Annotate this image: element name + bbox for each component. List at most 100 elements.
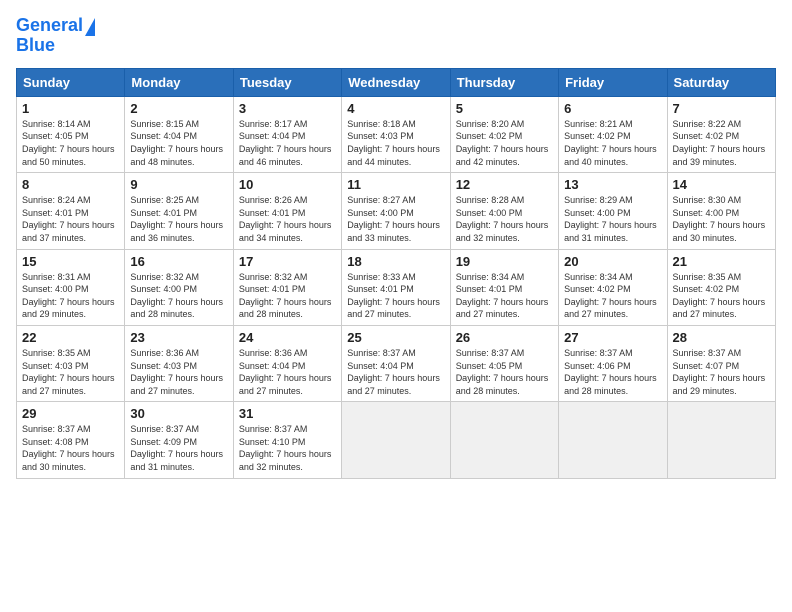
day-info: Sunrise: 8:22 AMSunset: 4:02 PMDaylight:… (673, 118, 770, 168)
day-info: Sunrise: 8:30 AMSunset: 4:00 PMDaylight:… (673, 194, 770, 244)
day-number: 28 (673, 330, 770, 345)
table-row: 31 Sunrise: 8:37 AMSunset: 4:10 PMDaylig… (233, 402, 341, 478)
day-number: 9 (130, 177, 227, 192)
day-info: Sunrise: 8:20 AMSunset: 4:02 PMDaylight:… (456, 118, 553, 168)
logo-text: General (16, 16, 83, 36)
day-number: 15 (22, 254, 119, 269)
day-info: Sunrise: 8:35 AMSunset: 4:02 PMDaylight:… (673, 271, 770, 321)
day-number: 27 (564, 330, 661, 345)
col-header-friday: Friday (559, 68, 667, 96)
day-info: Sunrise: 8:29 AMSunset: 4:00 PMDaylight:… (564, 194, 661, 244)
day-number: 30 (130, 406, 227, 421)
day-number: 21 (673, 254, 770, 269)
table-row: 11 Sunrise: 8:27 AMSunset: 4:00 PMDaylig… (342, 173, 450, 249)
col-header-sunday: Sunday (17, 68, 125, 96)
table-row: 21 Sunrise: 8:35 AMSunset: 4:02 PMDaylig… (667, 249, 775, 325)
table-row (342, 402, 450, 478)
table-row: 6 Sunrise: 8:21 AMSunset: 4:02 PMDayligh… (559, 96, 667, 172)
day-number: 5 (456, 101, 553, 116)
table-row: 7 Sunrise: 8:22 AMSunset: 4:02 PMDayligh… (667, 96, 775, 172)
day-number: 24 (239, 330, 336, 345)
day-number: 11 (347, 177, 444, 192)
table-row: 12 Sunrise: 8:28 AMSunset: 4:00 PMDaylig… (450, 173, 558, 249)
table-row: 23 Sunrise: 8:36 AMSunset: 4:03 PMDaylig… (125, 325, 233, 401)
calendar-table: SundayMondayTuesdayWednesdayThursdayFrid… (16, 68, 776, 479)
table-row: 3 Sunrise: 8:17 AMSunset: 4:04 PMDayligh… (233, 96, 341, 172)
table-row: 24 Sunrise: 8:36 AMSunset: 4:04 PMDaylig… (233, 325, 341, 401)
day-number: 3 (239, 101, 336, 116)
table-row: 13 Sunrise: 8:29 AMSunset: 4:00 PMDaylig… (559, 173, 667, 249)
day-info: Sunrise: 8:37 AMSunset: 4:05 PMDaylight:… (456, 347, 553, 397)
day-info: Sunrise: 8:25 AMSunset: 4:01 PMDaylight:… (130, 194, 227, 244)
table-row: 18 Sunrise: 8:33 AMSunset: 4:01 PMDaylig… (342, 249, 450, 325)
day-number: 20 (564, 254, 661, 269)
day-info: Sunrise: 8:18 AMSunset: 4:03 PMDaylight:… (347, 118, 444, 168)
table-row: 22 Sunrise: 8:35 AMSunset: 4:03 PMDaylig… (17, 325, 125, 401)
table-row: 20 Sunrise: 8:34 AMSunset: 4:02 PMDaylig… (559, 249, 667, 325)
table-row: 10 Sunrise: 8:26 AMSunset: 4:01 PMDaylig… (233, 173, 341, 249)
day-info: Sunrise: 8:37 AMSunset: 4:06 PMDaylight:… (564, 347, 661, 397)
day-number: 7 (673, 101, 770, 116)
day-number: 25 (347, 330, 444, 345)
day-info: Sunrise: 8:33 AMSunset: 4:01 PMDaylight:… (347, 271, 444, 321)
col-header-saturday: Saturday (667, 68, 775, 96)
day-number: 8 (22, 177, 119, 192)
table-row: 16 Sunrise: 8:32 AMSunset: 4:00 PMDaylig… (125, 249, 233, 325)
day-info: Sunrise: 8:32 AMSunset: 4:01 PMDaylight:… (239, 271, 336, 321)
day-info: Sunrise: 8:34 AMSunset: 4:01 PMDaylight:… (456, 271, 553, 321)
day-number: 26 (456, 330, 553, 345)
day-number: 19 (456, 254, 553, 269)
table-row (667, 402, 775, 478)
table-row: 2 Sunrise: 8:15 AMSunset: 4:04 PMDayligh… (125, 96, 233, 172)
col-header-tuesday: Tuesday (233, 68, 341, 96)
day-number: 1 (22, 101, 119, 116)
table-row: 9 Sunrise: 8:25 AMSunset: 4:01 PMDayligh… (125, 173, 233, 249)
day-number: 6 (564, 101, 661, 116)
day-number: 18 (347, 254, 444, 269)
table-row (559, 402, 667, 478)
day-info: Sunrise: 8:35 AMSunset: 4:03 PMDaylight:… (22, 347, 119, 397)
table-row: 17 Sunrise: 8:32 AMSunset: 4:01 PMDaylig… (233, 249, 341, 325)
page-header: General Blue (16, 16, 776, 56)
table-row: 15 Sunrise: 8:31 AMSunset: 4:00 PMDaylig… (17, 249, 125, 325)
day-info: Sunrise: 8:37 AMSunset: 4:08 PMDaylight:… (22, 423, 119, 473)
table-row: 28 Sunrise: 8:37 AMSunset: 4:07 PMDaylig… (667, 325, 775, 401)
day-info: Sunrise: 8:28 AMSunset: 4:00 PMDaylight:… (456, 194, 553, 244)
day-info: Sunrise: 8:17 AMSunset: 4:04 PMDaylight:… (239, 118, 336, 168)
logo-triangle-icon (85, 18, 95, 36)
day-number: 13 (564, 177, 661, 192)
day-info: Sunrise: 8:26 AMSunset: 4:01 PMDaylight:… (239, 194, 336, 244)
day-info: Sunrise: 8:32 AMSunset: 4:00 PMDaylight:… (130, 271, 227, 321)
day-info: Sunrise: 8:21 AMSunset: 4:02 PMDaylight:… (564, 118, 661, 168)
day-number: 12 (456, 177, 553, 192)
day-number: 14 (673, 177, 770, 192)
table-row: 25 Sunrise: 8:37 AMSunset: 4:04 PMDaylig… (342, 325, 450, 401)
table-row: 5 Sunrise: 8:20 AMSunset: 4:02 PMDayligh… (450, 96, 558, 172)
day-info: Sunrise: 8:24 AMSunset: 4:01 PMDaylight:… (22, 194, 119, 244)
table-row: 1 Sunrise: 8:14 AMSunset: 4:05 PMDayligh… (17, 96, 125, 172)
day-number: 31 (239, 406, 336, 421)
day-info: Sunrise: 8:37 AMSunset: 4:04 PMDaylight:… (347, 347, 444, 397)
day-info: Sunrise: 8:36 AMSunset: 4:03 PMDaylight:… (130, 347, 227, 397)
day-number: 29 (22, 406, 119, 421)
table-row: 29 Sunrise: 8:37 AMSunset: 4:08 PMDaylig… (17, 402, 125, 478)
table-row (450, 402, 558, 478)
day-number: 10 (239, 177, 336, 192)
table-row: 27 Sunrise: 8:37 AMSunset: 4:06 PMDaylig… (559, 325, 667, 401)
day-info: Sunrise: 8:15 AMSunset: 4:04 PMDaylight:… (130, 118, 227, 168)
day-number: 4 (347, 101, 444, 116)
col-header-monday: Monday (125, 68, 233, 96)
day-info: Sunrise: 8:31 AMSunset: 4:00 PMDaylight:… (22, 271, 119, 321)
table-row: 4 Sunrise: 8:18 AMSunset: 4:03 PMDayligh… (342, 96, 450, 172)
logo: General Blue (16, 16, 95, 56)
table-row: 14 Sunrise: 8:30 AMSunset: 4:00 PMDaylig… (667, 173, 775, 249)
table-row: 30 Sunrise: 8:37 AMSunset: 4:09 PMDaylig… (125, 402, 233, 478)
day-info: Sunrise: 8:36 AMSunset: 4:04 PMDaylight:… (239, 347, 336, 397)
table-row: 19 Sunrise: 8:34 AMSunset: 4:01 PMDaylig… (450, 249, 558, 325)
col-header-thursday: Thursday (450, 68, 558, 96)
logo-blue-text: Blue (16, 36, 55, 56)
day-number: 23 (130, 330, 227, 345)
day-info: Sunrise: 8:34 AMSunset: 4:02 PMDaylight:… (564, 271, 661, 321)
col-header-wednesday: Wednesday (342, 68, 450, 96)
table-row: 8 Sunrise: 8:24 AMSunset: 4:01 PMDayligh… (17, 173, 125, 249)
